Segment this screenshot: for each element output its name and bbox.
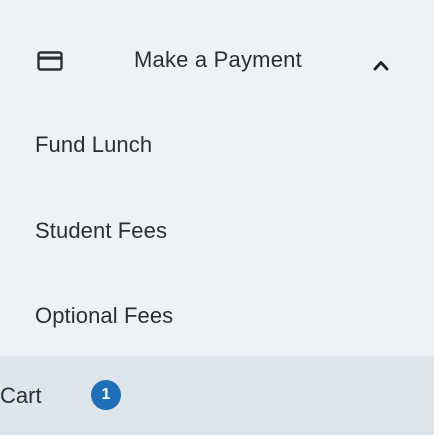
chevron-up-icon[interactable] [372, 52, 390, 71]
menu-item-cart[interactable]: Cart 1 [0, 356, 434, 435]
make-a-payment-label: Make a Payment [134, 47, 302, 72]
menu-item-optional-fees[interactable]: Optional Fees [0, 273, 434, 359]
payment-menu: Make a Payment Fund Lunch Student Fees O… [0, 0, 434, 435]
credit-card-icon [37, 51, 63, 71]
make-a-payment-toggle[interactable]: Make a Payment [0, 22, 434, 98]
menu-item-student-fees[interactable]: Student Fees [0, 187, 434, 273]
cart-count-badge: 1 [91, 380, 121, 410]
menu-item-label: Fund Lunch [35, 132, 153, 157]
menu-item-label: Optional Fees [35, 303, 174, 328]
menu-item-fund-lunch[interactable]: Fund Lunch [0, 101, 434, 187]
menu-item-label: Student Fees [35, 218, 168, 243]
cart-label: Cart [0, 382, 42, 408]
